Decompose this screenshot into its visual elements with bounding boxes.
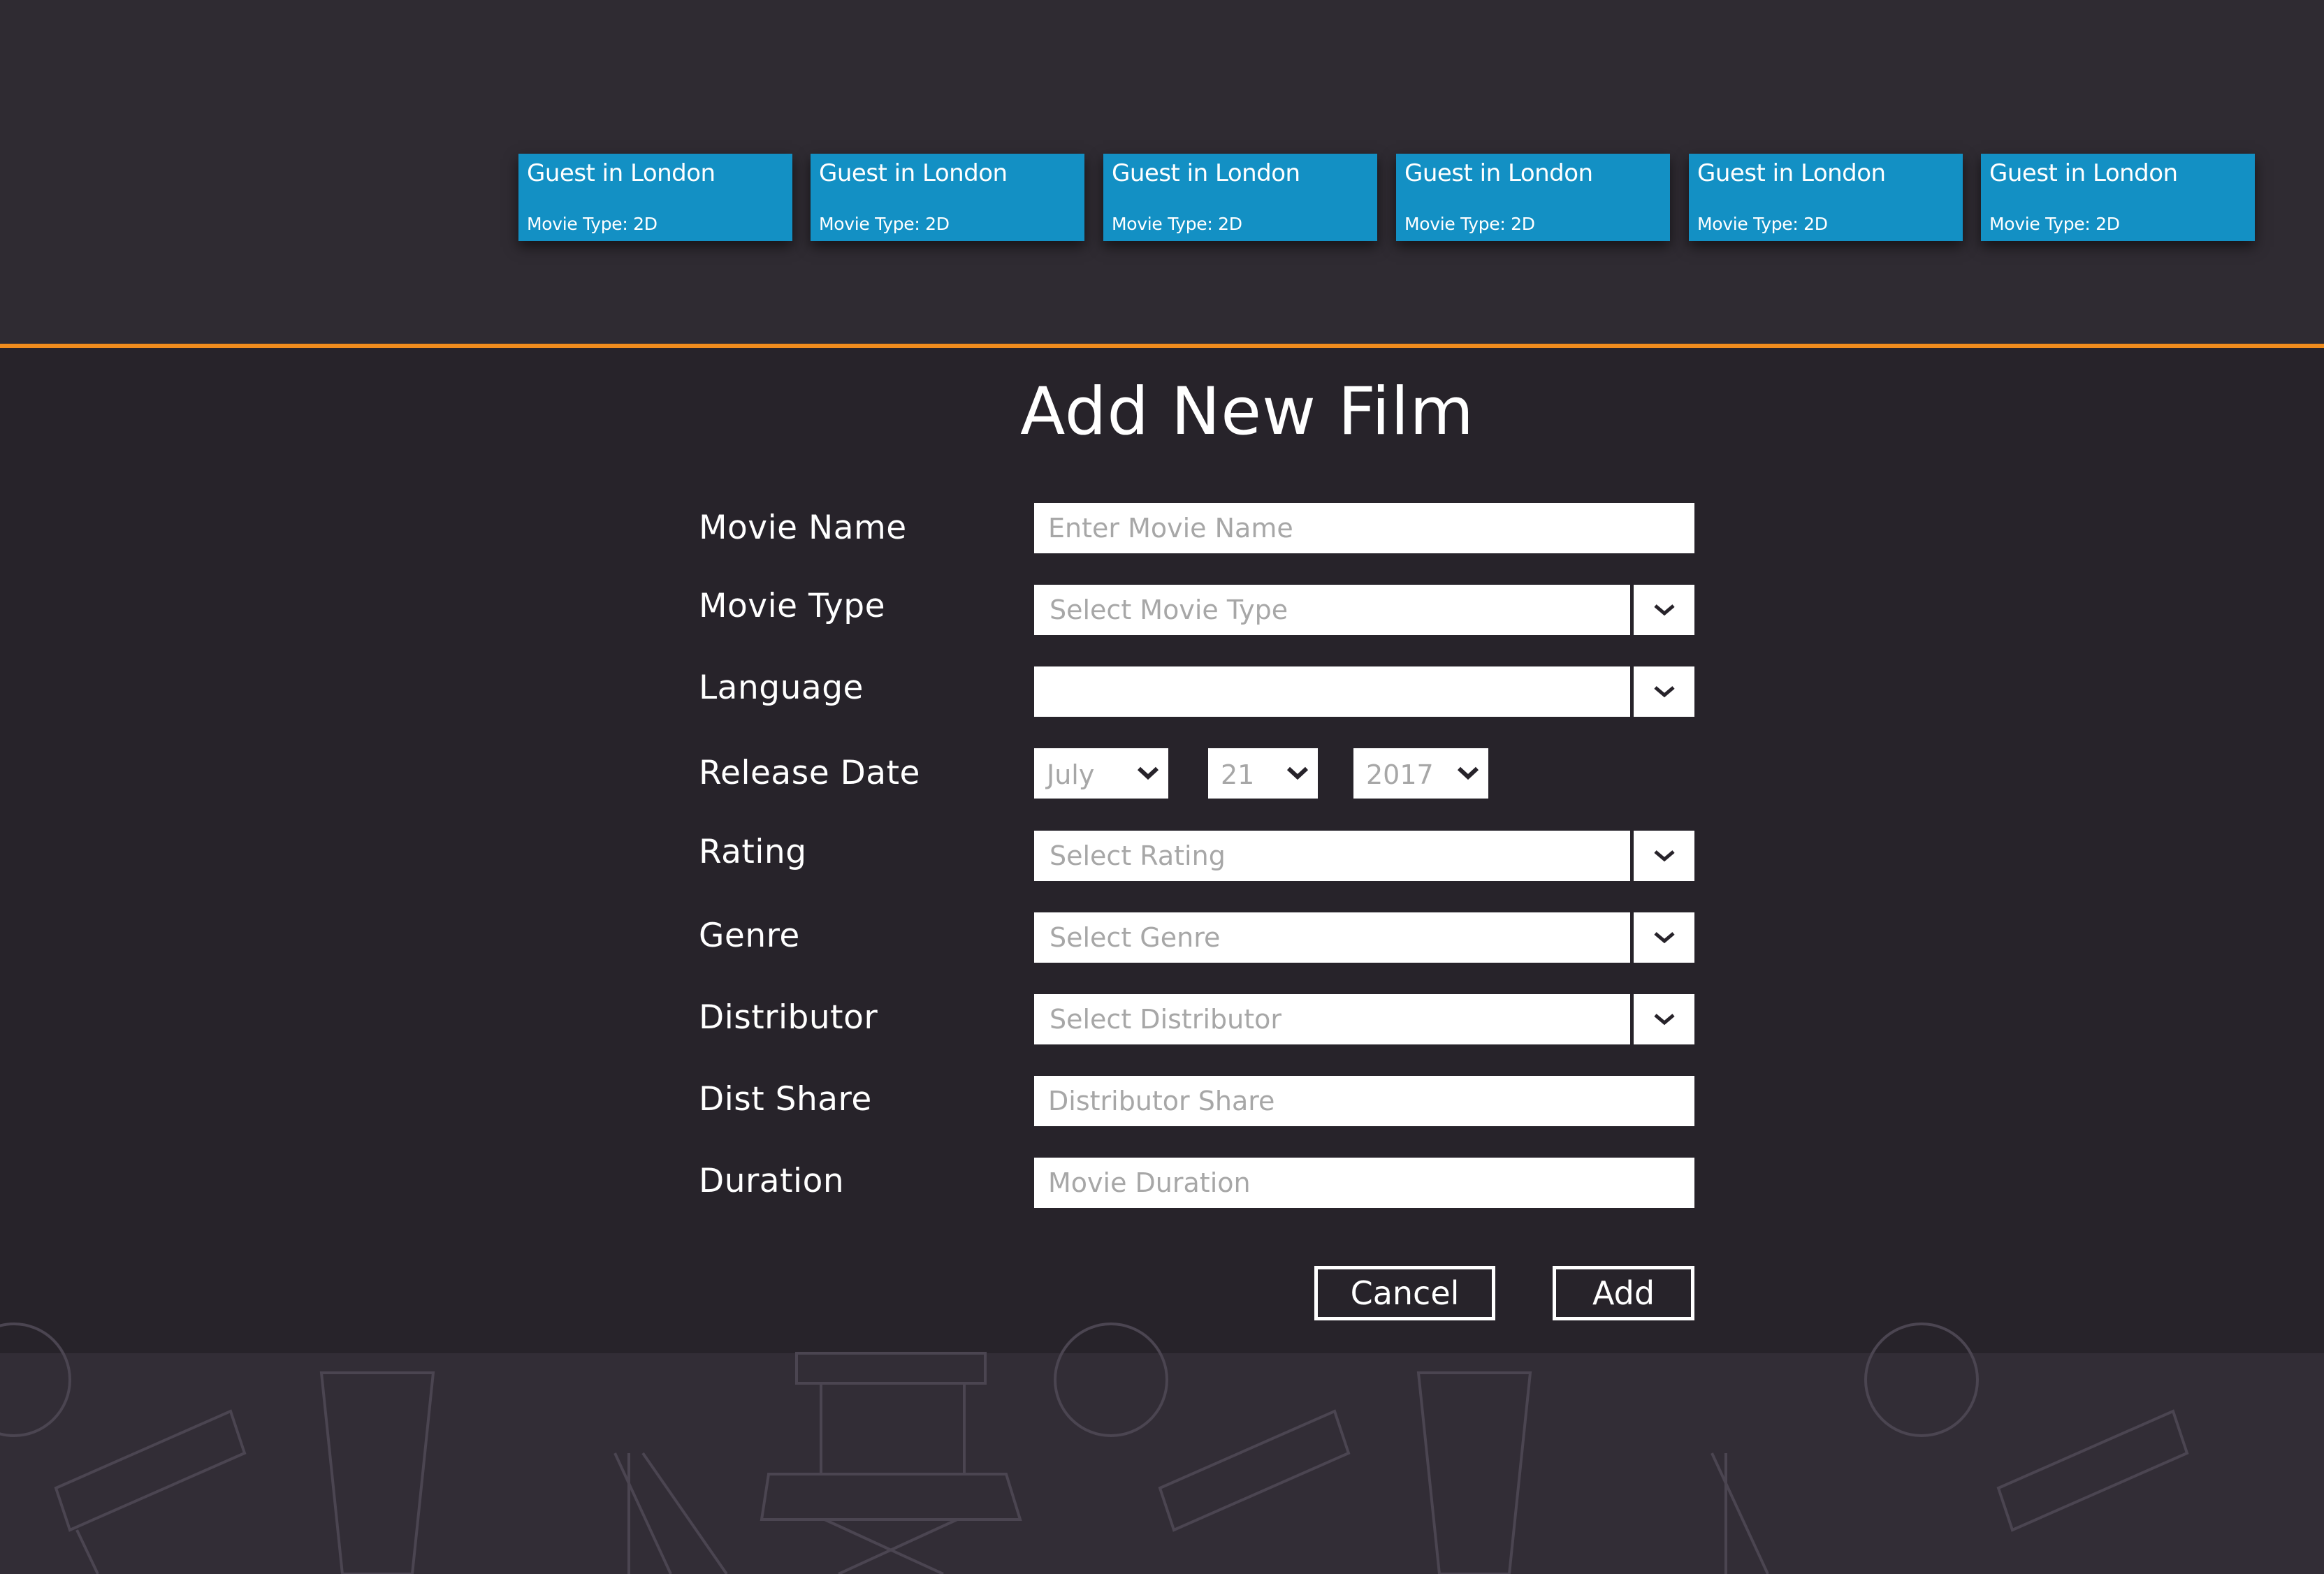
duration-input[interactable] [1034, 1158, 1694, 1208]
distributor-select[interactable]: Select Distributor [1034, 994, 1694, 1044]
duration-field[interactable] [1034, 1158, 1694, 1208]
header-divider [0, 344, 2324, 348]
chevron-down-icon [1458, 766, 1479, 780]
chevron-down-icon[interactable] [1634, 666, 1694, 717]
release-month-value: July [1047, 759, 1095, 790]
release-day-value: 21 [1221, 759, 1255, 790]
genre-placeholder: Select Genre [1050, 922, 1221, 953]
movie-card-type: Movie Type: 2D [1112, 214, 1242, 234]
genre-select[interactable]: Select Genre [1034, 912, 1694, 963]
language-label: Language [699, 669, 864, 707]
movie-card-type: Movie Type: 2D [527, 214, 658, 234]
page-title: Add New Film [1020, 374, 1474, 450]
chevron-down-icon[interactable] [1634, 912, 1694, 963]
genre-label: Genre [699, 917, 800, 955]
movie-card-title: Guest in London [819, 159, 1008, 187]
movie-name-label: Movie Name [699, 509, 907, 547]
footer-pattern-band [0, 1353, 2324, 1574]
movie-card-title: Guest in London [1697, 159, 1886, 187]
dist-share-input[interactable] [1034, 1076, 1694, 1126]
rating-placeholder: Select Rating [1050, 840, 1226, 871]
release-year-select[interactable]: 2017 [1353, 748, 1488, 799]
movie-type-placeholder: Select Movie Type [1050, 595, 1288, 625]
movie-card-title: Guest in London [1989, 159, 2178, 187]
chevron-down-icon[interactable] [1634, 831, 1694, 881]
chevron-down-icon [1287, 766, 1308, 780]
release-year-value: 2017 [1366, 759, 1434, 790]
duration-label: Duration [699, 1162, 845, 1200]
distributor-label: Distributor [699, 998, 878, 1037]
movie-card-title: Guest in London [527, 159, 716, 187]
cancel-button[interactable]: Cancel [1314, 1266, 1495, 1320]
movie-type-label: Movie Type [699, 587, 885, 625]
movie-type-select[interactable]: Select Movie Type [1034, 585, 1694, 635]
chevron-down-icon[interactable] [1634, 994, 1694, 1044]
movie-card[interactable]: Guest in London Movie Type: 2D [1689, 154, 1963, 241]
rating-label: Rating [699, 833, 807, 871]
movie-card[interactable]: Guest in London Movie Type: 2D [1396, 154, 1670, 241]
movie-card[interactable]: Guest in London Movie Type: 2D [1103, 154, 1377, 241]
add-button[interactable]: Add [1553, 1266, 1694, 1320]
movie-name-input[interactable] [1034, 503, 1694, 553]
release-date-label: Release Date [699, 754, 920, 792]
movie-card-type: Movie Type: 2D [1404, 214, 1535, 234]
movie-card[interactable]: Guest in London Movie Type: 2D [811, 154, 1084, 241]
movie-card-type: Movie Type: 2D [1989, 214, 2120, 234]
dist-share-field[interactable] [1034, 1076, 1694, 1126]
movie-card-title: Guest in London [1404, 159, 1593, 187]
movie-card-title: Guest in London [1112, 159, 1300, 187]
release-day-select[interactable]: 21 [1208, 748, 1318, 799]
dist-share-label: Dist Share [699, 1080, 872, 1118]
release-month-select[interactable]: July [1034, 748, 1168, 799]
rating-select[interactable]: Select Rating [1034, 831, 1694, 881]
language-select[interactable] [1034, 666, 1694, 717]
distributor-placeholder: Select Distributor [1050, 1004, 1281, 1035]
movie-card[interactable]: Guest in London Movie Type: 2D [1981, 154, 2255, 241]
movie-card-type: Movie Type: 2D [1697, 214, 1828, 234]
movie-card[interactable]: Guest in London Movie Type: 2D [518, 154, 792, 241]
chevron-down-icon[interactable] [1634, 585, 1694, 635]
movie-card-type: Movie Type: 2D [819, 214, 950, 234]
chevron-down-icon [1138, 766, 1159, 780]
movie-name-field[interactable] [1034, 503, 1694, 553]
